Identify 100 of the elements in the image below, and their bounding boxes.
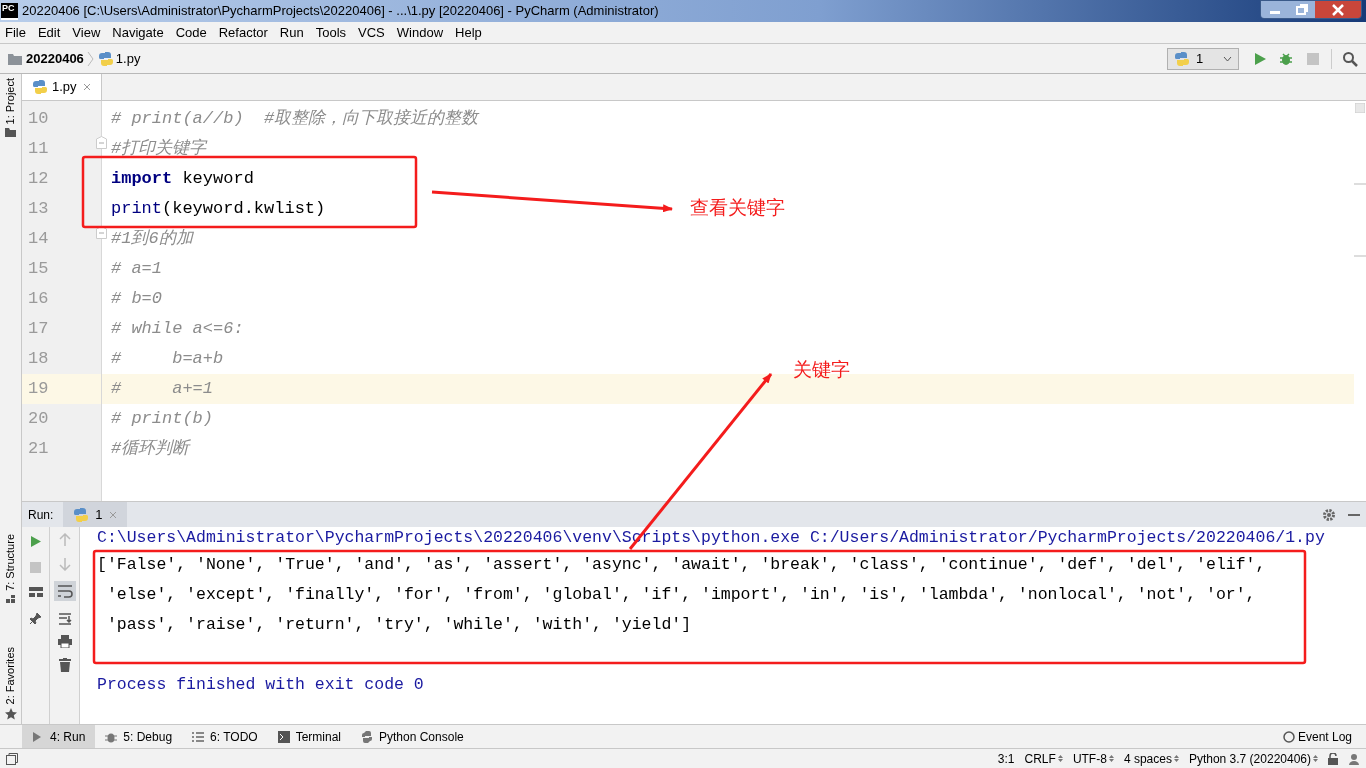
code-line: # print(a//b) #取整除，向下取接近的整数 bbox=[111, 108, 479, 131]
structure-icon bbox=[5, 594, 16, 603]
line-number: 15 bbox=[28, 258, 49, 281]
stop-icon bbox=[1307, 52, 1319, 65]
menu-item[interactable]: VCS bbox=[358, 22, 385, 43]
status-item[interactable]: CRLF bbox=[1024, 749, 1063, 768]
line-number: 13 bbox=[28, 198, 49, 221]
search-icon[interactable] bbox=[1342, 50, 1358, 67]
line-number: 11 bbox=[28, 138, 49, 161]
line-number: 17 bbox=[28, 318, 49, 341]
updown-icon bbox=[1057, 754, 1063, 763]
run-tab[interactable]: 1 bbox=[63, 502, 127, 527]
line-number: 10 bbox=[28, 108, 49, 131]
scroll-mark-icon bbox=[1354, 255, 1366, 257]
tool-window-tab[interactable]: 4: Run bbox=[22, 724, 96, 749]
line-number: 20 bbox=[28, 408, 49, 431]
run-icon bbox=[29, 535, 42, 548]
menu-item[interactable]: Edit bbox=[37, 22, 61, 43]
arrow-down-icon bbox=[58, 557, 71, 571]
trash-icon bbox=[58, 658, 71, 672]
restore-icon bbox=[1289, 1, 1315, 18]
menu-item[interactable]: File bbox=[5, 22, 26, 43]
close-icon bbox=[108, 510, 117, 519]
status-item[interactable]: UTF-8 bbox=[1072, 749, 1114, 768]
editor-tab[interactable]: 1.py bbox=[22, 74, 102, 100]
status-item[interactable]: Python 3.7 (20220406) bbox=[1188, 749, 1318, 768]
panel-toggle-icon bbox=[6, 752, 18, 765]
window-title: 20220406 [C:\Users\Administrator\PycharmProjects\20220406] - ...\1.py [20220406] - PyCharm (Administrator) bbox=[22, 2, 659, 21]
side-tab[interactable]: 2: Favorites bbox=[2, 642, 19, 708]
annotation-label: 查看关键字 bbox=[690, 196, 785, 220]
minimize-icon bbox=[1348, 513, 1360, 516]
code-line: #1到6的加 bbox=[111, 228, 193, 251]
list-icon bbox=[192, 730, 205, 743]
code-line: # b=a+b bbox=[111, 348, 224, 371]
menu-item[interactable]: Code bbox=[175, 22, 207, 43]
run-icon[interactable] bbox=[1253, 51, 1267, 66]
pin-icon bbox=[29, 612, 42, 625]
python-file-icon bbox=[97, 50, 114, 67]
tool-window-tab[interactable]: 5: Debug bbox=[95, 724, 183, 749]
arrow-up-icon bbox=[58, 533, 71, 547]
stop-icon bbox=[30, 562, 41, 573]
tool-window-tab[interactable]: Terminal bbox=[267, 724, 351, 749]
caret-icon bbox=[1223, 55, 1232, 62]
side-tab[interactable]: 1: Project bbox=[2, 74, 19, 129]
balloon-icon bbox=[1282, 730, 1295, 743]
fold-icon[interactable] bbox=[96, 226, 107, 239]
folder-icon bbox=[5, 128, 16, 138]
window-controls[interactable] bbox=[1260, 0, 1362, 19]
breadcrumb-item[interactable]: 20220406 bbox=[26, 48, 84, 69]
menu-item[interactable]: Refactor bbox=[218, 22, 268, 43]
status-indicator-icon bbox=[1355, 103, 1365, 113]
folder-icon bbox=[8, 52, 22, 65]
scroll-mark-icon bbox=[1354, 183, 1366, 185]
status-item[interactable]: 3:1 bbox=[997, 749, 1015, 768]
minimize-icon bbox=[1261, 1, 1289, 18]
console-line: Process finished with exit code 0 bbox=[97, 673, 424, 696]
event-log-button[interactable]: Event Log bbox=[1282, 727, 1352, 746]
updown-icon bbox=[1108, 754, 1114, 763]
debug-icon[interactable] bbox=[1279, 51, 1293, 66]
line-number: 19 bbox=[28, 378, 49, 401]
breadcrumb-item[interactable]: 1.py bbox=[115, 48, 141, 69]
updown-icon bbox=[1313, 754, 1318, 763]
code-line: # b=0 bbox=[111, 288, 162, 311]
python-icon bbox=[361, 730, 373, 743]
python-file-icon bbox=[32, 79, 48, 95]
console-line: 'else', 'except', 'finally', 'for', 'from', 'global', 'if', 'import', 'in', 'is', 'lambda', 'nonlocal', 'not', 'or', bbox=[105, 583, 1256, 606]
tool-window-tab[interactable]: Python Console bbox=[351, 724, 474, 749]
code-line: # a=1 bbox=[111, 258, 162, 281]
menu-item[interactable]: Run bbox=[279, 22, 304, 43]
console-line: 'pass', 'raise', 'return', 'try', 'while', 'with', 'yield'] bbox=[105, 613, 692, 636]
menu-item[interactable]: Tools bbox=[315, 22, 347, 43]
code-line: # while a<=6: bbox=[111, 318, 244, 341]
side-tab[interactable]: 7: Structure bbox=[2, 529, 19, 595]
menu-item[interactable]: Navigate bbox=[112, 22, 164, 43]
code-line: # a+=1 bbox=[111, 378, 214, 401]
chevron-icon bbox=[86, 50, 95, 67]
menu-item[interactable]: Window bbox=[396, 22, 444, 43]
inspector-icon bbox=[1348, 752, 1360, 765]
code-line: import keyword bbox=[111, 168, 254, 191]
soft-wrap-icon bbox=[53, 581, 76, 601]
python-icon bbox=[1174, 50, 1190, 67]
line-number: 16 bbox=[28, 288, 49, 311]
panel-label: Run: bbox=[28, 506, 54, 524]
code-line: print(keyword.kwlist) bbox=[111, 198, 326, 221]
code-line: # print(b) bbox=[111, 408, 214, 431]
run-config-dropdown[interactable]: 1 bbox=[1167, 47, 1239, 70]
close-icon bbox=[1315, 1, 1361, 18]
menu-item[interactable]: View bbox=[72, 22, 101, 43]
line-number: 14 bbox=[28, 228, 49, 251]
tool-window-tab[interactable]: 6: TODO bbox=[182, 724, 268, 749]
line-number: 21 bbox=[28, 438, 49, 461]
settings-icon[interactable] bbox=[1322, 507, 1336, 522]
lock-icon bbox=[1328, 752, 1338, 765]
menu-item[interactable]: Help bbox=[455, 22, 482, 43]
console-line: ['False', 'None', 'True', 'and', 'as', 'assert', 'async', 'await', 'break', 'class', 'continue', 'def', 'del', 'elif', bbox=[97, 553, 1266, 576]
updown-icon bbox=[1173, 754, 1179, 763]
print-icon bbox=[57, 635, 72, 648]
status-item[interactable]: 4 spaces bbox=[1123, 749, 1179, 768]
python-icon bbox=[73, 506, 90, 523]
scroll-end-icon bbox=[57, 611, 72, 625]
